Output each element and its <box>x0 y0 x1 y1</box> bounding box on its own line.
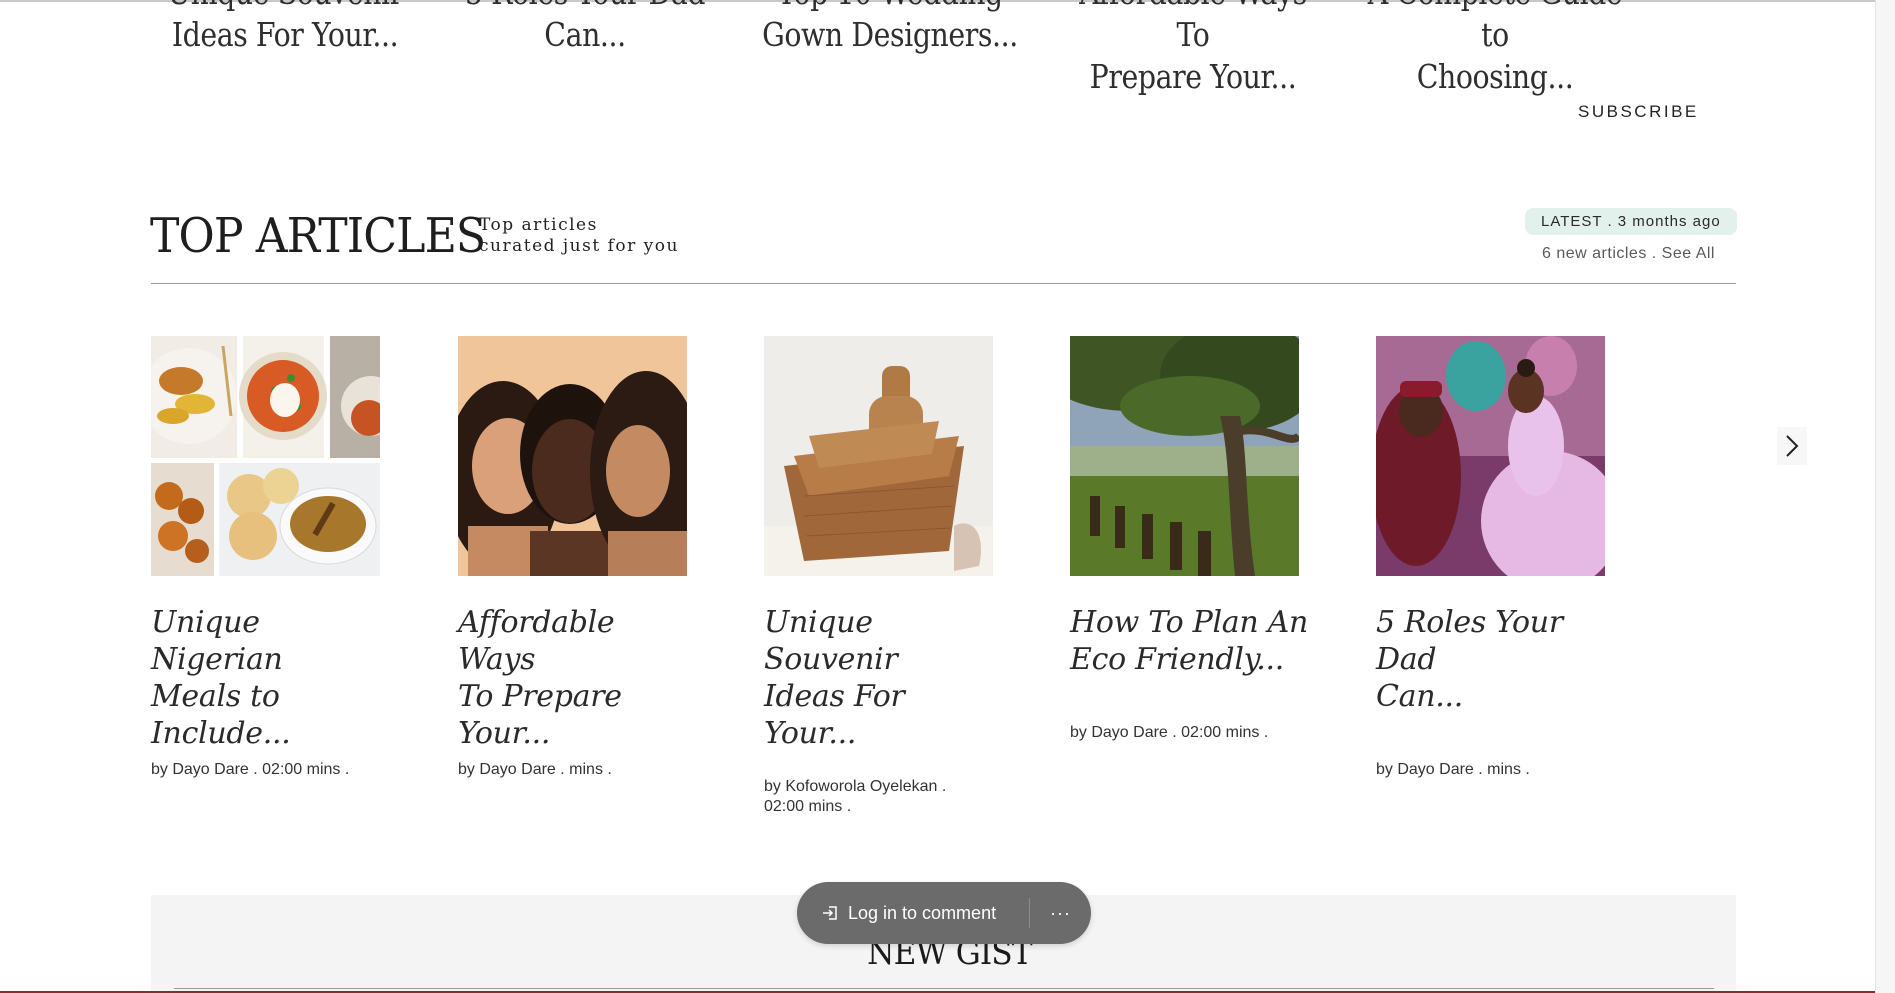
new-gist-divider <box>174 988 1714 989</box>
prev-title-3[interactable]: Top 10 WeddingGown Designers... <box>761 0 1019 56</box>
section-divider <box>151 283 1736 284</box>
comment-bar: Log in to comment ··· <box>797 882 1091 944</box>
article-meta: by Dayo Dare . 02:00 mins . <box>1070 724 1269 741</box>
see-all-link[interactable]: 6 new articles . See All <box>1542 245 1715 263</box>
page-scrollbar[interactable] <box>1875 0 1895 993</box>
more-options-button[interactable]: ··· <box>1030 903 1091 924</box>
article-title[interactable]: Affordable Ways To Prepare Your... <box>458 604 698 752</box>
article-title[interactable]: How To Plan An Eco Friendly... <box>1070 604 1310 678</box>
article-meta: by Kofoworola Oyelekan . 02:00 mins . <box>764 778 947 815</box>
previous-article-titles: Unique SouvenirIdeas For Your... 5 Roles… <box>150 0 1710 96</box>
article-title[interactable]: Unique Nigerian Meals to Include... <box>151 604 391 752</box>
woven-baskets-image[interactable] <box>764 336 993 576</box>
prev-title-2[interactable]: 5 Roles Your DadCan... <box>456 0 714 56</box>
father-dancing-with-bride-image[interactable] <box>1376 336 1605 576</box>
article-title[interactable]: 5 Roles Your Dad Can... <box>1376 604 1616 715</box>
article-meta: by Dayo Dare . mins . <box>458 761 612 778</box>
article-card[interactable]: Unique Nigerian Meals to Include... by D… <box>151 336 381 780</box>
article-card[interactable]: Affordable Ways To Prepare Your... by Da… <box>458 336 688 780</box>
login-to-comment-button[interactable]: Log in to comment <box>797 882 1029 944</box>
article-card[interactable]: 5 Roles Your Dad Can... by Dayo Dare . m… <box>1376 336 1606 780</box>
prev-title-4[interactable]: Affordable Ways ToPrepare Your... <box>1064 0 1322 98</box>
article-card[interactable]: How To Plan An Eco Friendly... by Dayo D… <box>1070 336 1308 743</box>
section-subtitle: Top articles curated just for you <box>479 215 679 256</box>
article-meta: by Dayo Dare . 02:00 mins . <box>151 761 350 778</box>
prev-title-5[interactable]: A Complete Guide toChoosing... <box>1366 0 1624 98</box>
chevron-right-icon[interactable] <box>1777 427 1807 465</box>
subscribe-link[interactable]: SUBSCRIBE <box>1578 102 1699 122</box>
three-women-portrait-image[interactable] <box>458 336 687 576</box>
outdoor-chairs-under-tree-image[interactable] <box>1070 336 1299 576</box>
article-card[interactable]: Unique Souvenir Ideas For Your... by Kof… <box>764 336 994 817</box>
article-meta: by Dayo Dare . mins . <box>1376 761 1530 778</box>
prev-title-1[interactable]: Unique SouvenirIdeas For Your... <box>156 0 414 56</box>
nigerian-meals-image[interactable] <box>151 336 380 576</box>
article-title[interactable]: Unique Souvenir Ideas For Your... <box>764 604 1004 752</box>
latest-badge: LATEST . 3 months ago <box>1525 208 1737 235</box>
sign-in-icon <box>820 903 840 923</box>
section-title: TOP ARTICLES <box>150 208 486 264</box>
